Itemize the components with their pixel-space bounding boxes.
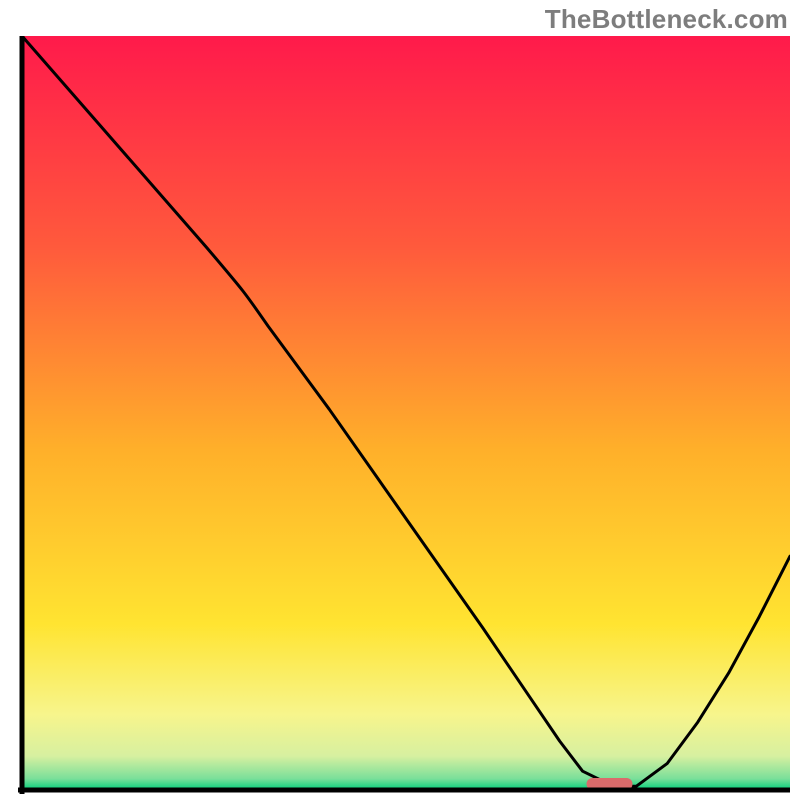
bottleneck-chart: TheBottleneck.com: [0, 0, 800, 800]
plot-background: [22, 36, 790, 790]
watermark-text: TheBottleneck.com: [545, 4, 788, 35]
chart-svg: [18, 36, 790, 794]
